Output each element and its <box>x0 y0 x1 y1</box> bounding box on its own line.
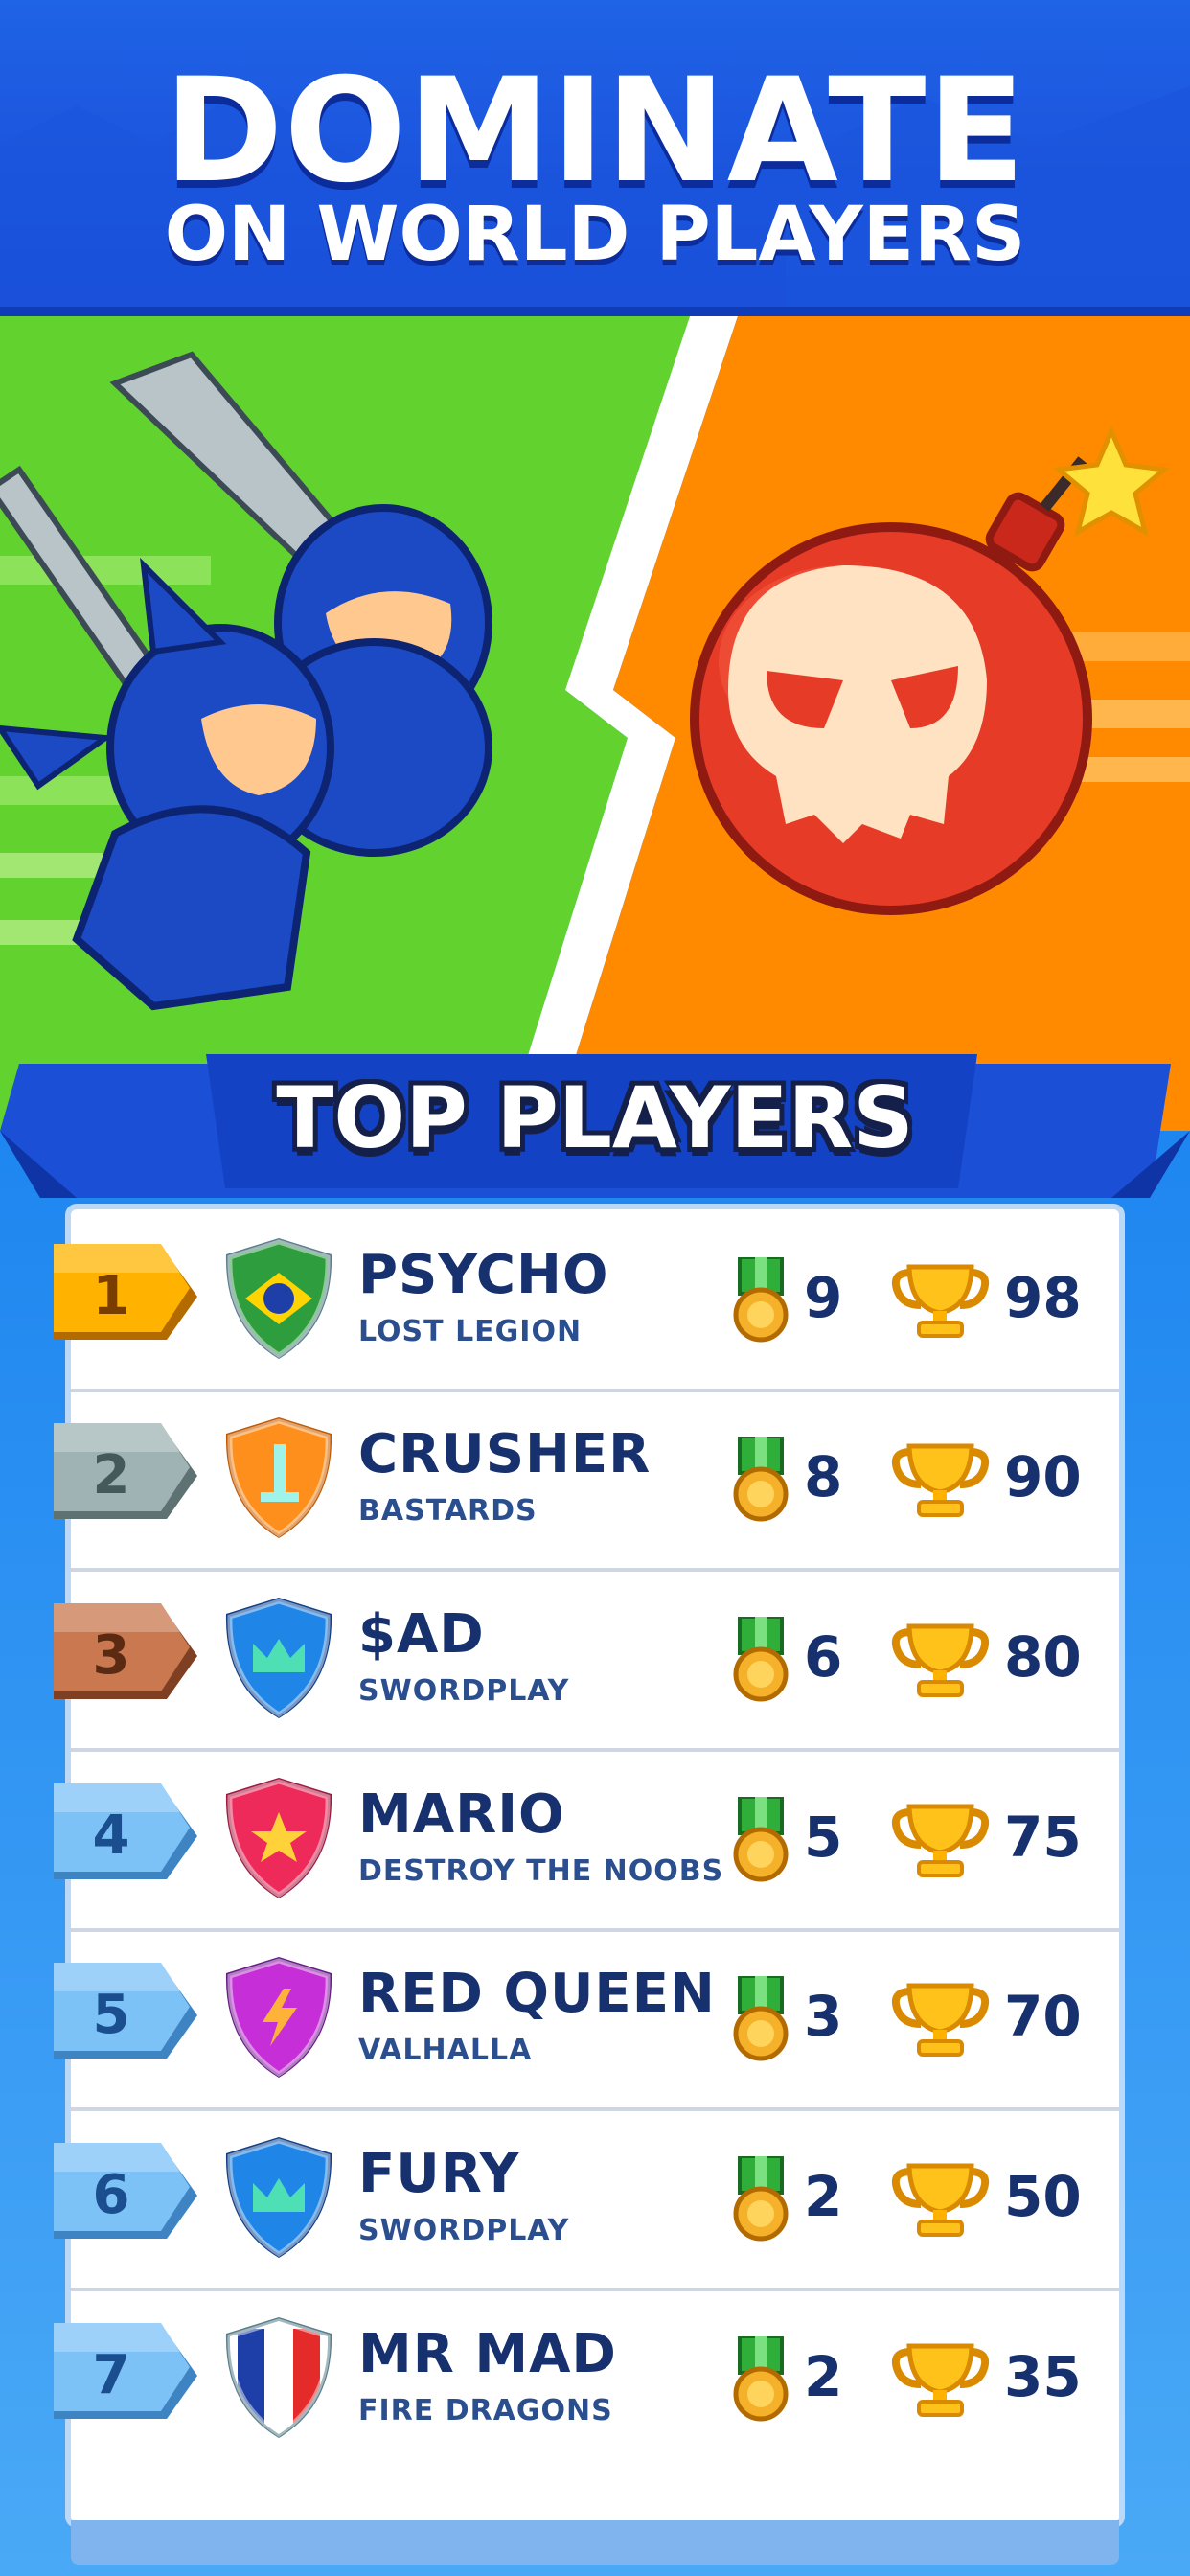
leaderboard-row[interactable]: 7 MR MAD FIRE DRAGONS 2 35 <box>54 2288 1119 2468</box>
trophy-count: 75 <box>1004 1805 1082 1870</box>
headline-title: DOMINATE <box>164 48 1026 215</box>
player-name: CRUSHER <box>358 1423 652 1485</box>
rank-number: 6 <box>92 2164 130 2226</box>
trophy-count: 98 <box>1004 1265 1082 1330</box>
trophy-count: 80 <box>1004 1624 1082 1690</box>
trophy-icon <box>890 2342 991 2419</box>
rank-number: 7 <box>92 2344 130 2406</box>
trophy-count: 70 <box>1004 1984 1082 2049</box>
leaderboard-row[interactable]: 4 MARIO DESTROY THE NOOBS 5 75 <box>54 1749 1119 1932</box>
trophy-icon <box>890 1982 991 2058</box>
player-clan: BASTARDS <box>358 1494 538 1528</box>
rank-number: 1 <box>92 1265 130 1327</box>
trophy-icon <box>890 1263 991 1340</box>
medal-icon <box>732 1974 790 2062</box>
leaderboard-panel-footer <box>71 2520 1119 2564</box>
sword-shield-icon <box>224 1415 334 1540</box>
trophy-icon <box>890 1622 991 1699</box>
crown-shield-icon <box>224 2135 334 2260</box>
medal-icon <box>732 1435 790 1523</box>
rank-number: 5 <box>92 1984 130 2046</box>
leaderboard-row[interactable]: 2 CRUSHER BASTARDS 8 90 <box>54 1389 1119 1572</box>
player-clan: LOST LEGION <box>358 1315 583 1348</box>
leaderboard-title: TOP PLAYERS <box>276 1069 914 1167</box>
promo-header: DOMINATE ON WORLD PLAYERS <box>0 0 1190 326</box>
rank-number: 3 <box>92 1624 130 1687</box>
leaderboard-row[interactable]: 6 FURY SWORDPLAY 2 50 <box>54 2108 1119 2291</box>
player-clan: FIRE DRAGONS <box>358 2394 613 2427</box>
medal-count: 3 <box>804 1984 843 2049</box>
medal-count: 2 <box>804 2164 843 2229</box>
player-name: RED QUEEN <box>358 1963 716 2025</box>
crown-shield-icon <box>224 1596 334 1720</box>
rank-badge: 5 <box>54 1963 197 2068</box>
trophy-icon <box>890 1803 991 1879</box>
player-clan: SWORDPLAY <box>358 2214 570 2247</box>
medal-icon <box>732 1615 790 1703</box>
player-clan: VALHALLA <box>358 2034 533 2067</box>
rank-badge: 7 <box>54 2323 197 2428</box>
headline-subtitle: ON WORLD PLAYERS <box>164 192 1026 278</box>
medal-count: 9 <box>804 1265 843 1330</box>
leaderboard-row[interactable]: 1 PSYCHO LOST LEGION 9 98 <box>54 1209 1119 1392</box>
rank-badge: 6 <box>54 2143 197 2248</box>
medal-icon <box>732 2154 790 2242</box>
medal-icon <box>732 2334 790 2423</box>
rank-badge: 4 <box>54 1783 197 1889</box>
player-name: $AD <box>358 1603 485 1666</box>
hero-illustration <box>0 316 1190 1150</box>
trophy-count: 90 <box>1004 1444 1082 1509</box>
rank-number: 4 <box>92 1805 130 1867</box>
rank-badge: 1 <box>54 1244 197 1349</box>
rank-badge: 3 <box>54 1603 197 1709</box>
player-name: FURY <box>358 2143 520 2205</box>
trophy-icon <box>890 2162 991 2239</box>
brazil-flag-shield-icon <box>224 1236 334 1361</box>
trophy-count: 35 <box>1004 2344 1082 2409</box>
trophy-icon <box>890 1442 991 1519</box>
rank-badge: 2 <box>54 1423 197 1529</box>
player-clan: DESTROY THE NOOBS <box>358 1854 724 1888</box>
france-flag-shield-icon <box>224 2315 334 2440</box>
medal-count: 8 <box>804 1444 843 1509</box>
player-name: MARIO <box>358 1783 565 1846</box>
leaderboard-row[interactable]: 5 RED QUEEN VALHALLA 3 70 <box>54 1928 1119 2111</box>
leaderboard-row[interactable]: 3 $AD SWORDPLAY 6 80 <box>54 1569 1119 1752</box>
player-clan: SWORDPLAY <box>358 1674 570 1708</box>
medal-count: 2 <box>804 2344 843 2409</box>
player-name: PSYCHO <box>358 1244 609 1306</box>
medal-count: 5 <box>804 1805 843 1870</box>
rank-number: 2 <box>92 1444 130 1506</box>
player-name: MR MAD <box>358 2323 617 2385</box>
medal-count: 6 <box>804 1624 843 1690</box>
medal-icon <box>732 1255 790 1344</box>
medal-icon <box>732 1795 790 1883</box>
trophy-count: 50 <box>1004 2164 1082 2229</box>
star-shield-icon <box>224 1776 334 1900</box>
lightning-shield-icon <box>224 1955 334 2080</box>
leaderboard-panel: 1 PSYCHO LOST LEGION 9 98 2 CRUSHER BAST… <box>54 1209 1119 2522</box>
